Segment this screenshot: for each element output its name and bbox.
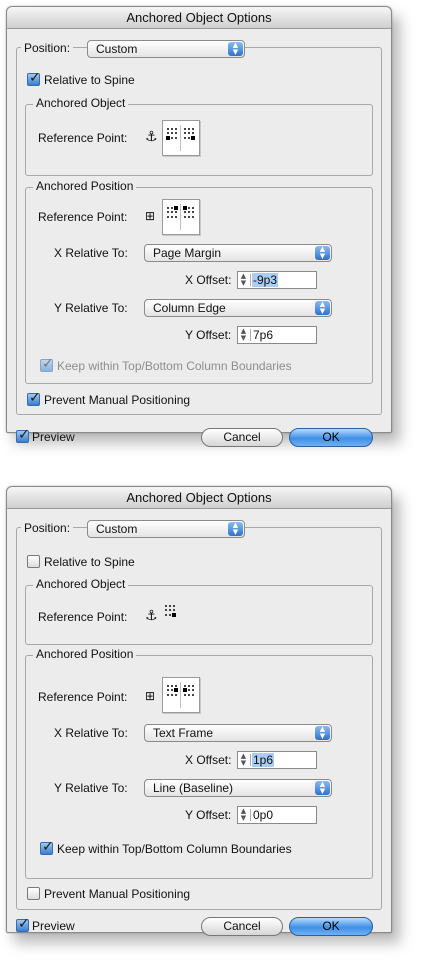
keep-within-label: Keep within Top/Bottom Column Boundaries (57, 842, 292, 856)
prevent-manual-positioning-checkbox[interactable] (27, 390, 41, 406)
x-offset-label: X Offset: (185, 273, 232, 287)
prevent-manual-positioning-checkbox[interactable] (27, 887, 40, 900)
y-relative-popup[interactable]: Column Edge ▲ ▼ (144, 299, 332, 317)
position-popup-value: Custom (96, 42, 138, 56)
cancel-button[interactable]: Cancel (201, 428, 283, 447)
position-legend: Position: (21, 41, 74, 55)
preview-checkbox[interactable] (16, 427, 30, 443)
y-offset-label: Y Offset: (185, 328, 232, 342)
x-relative-value: Page Margin (153, 246, 222, 260)
y-offset-field[interactable]: ▲ ▼ 0p0 (237, 806, 317, 824)
position-popup[interactable]: Custom ▲ ▼ (87, 520, 245, 538)
relative-to-spine-checkbox[interactable] (27, 70, 41, 86)
relative-to-spine-label: Relative to Spine (44, 555, 135, 569)
popup-arrows-icon: ▲ ▼ (315, 781, 330, 795)
relative-to-spine-checkbox[interactable] (27, 555, 40, 568)
x-offset-label: X Offset: (185, 753, 232, 767)
stepper-arrows-icon[interactable]: ▲ ▼ (239, 328, 248, 342)
anchored-position-legend: Anchored Position (33, 647, 137, 661)
anchored-position-ref-label: Reference Point: (38, 690, 128, 704)
dialog-title: Anchored Object Options (7, 7, 391, 29)
y-relative-value: Column Edge (153, 301, 226, 315)
prevent-manual-positioning-label: Prevent Manual Positioning (44, 887, 191, 901)
x-relative-label: X Relative To: (54, 246, 128, 260)
reference-frame-icon: ⊞ (145, 209, 156, 223)
y-offset-field[interactable]: ▲ ▼ 7p6 (237, 326, 317, 344)
reference-point-proxy-icon[interactable] (162, 120, 200, 156)
anchored-object-legend: Anchored Object (33, 96, 129, 110)
stepper-arrows-icon[interactable]: ▲ ▼ (239, 808, 248, 822)
keep-within-checkbox[interactable] (40, 839, 54, 855)
x-relative-popup[interactable]: Page Margin ▲ ▼ (144, 244, 332, 262)
preview-checkbox[interactable] (16, 916, 30, 932)
keep-within-checkbox[interactable] (40, 356, 54, 372)
x-relative-value: Text Frame (153, 726, 214, 740)
popup-arrows-icon: ▲ ▼ (315, 301, 330, 315)
dialog-title: Anchored Object Options (7, 487, 391, 509)
popup-arrows-icon: ▲ ▼ (315, 246, 330, 260)
x-offset-value: -9p3 (252, 273, 279, 287)
position-popup-value: Custom (96, 522, 138, 536)
reference-point-proxy-icon[interactable] (162, 677, 200, 713)
anchored-position-legend: Anchored Position (33, 179, 137, 193)
popup-arrows-icon: ▲ ▼ (315, 726, 330, 740)
popup-arrows-icon: ▲ ▼ (228, 42, 243, 56)
prevent-manual-positioning-label: Prevent Manual Positioning (44, 393, 191, 407)
y-relative-popup[interactable]: Line (Baseline) ▲ ▼ (144, 779, 332, 797)
popup-arrows-icon: ▲ ▼ (228, 522, 243, 536)
x-offset-value: 1p6 (252, 753, 275, 767)
stepper-arrows-icon[interactable]: ▲ ▼ (239, 273, 248, 287)
x-offset-field[interactable]: ▲ ▼ 1p6 (237, 751, 317, 769)
anchored-object-legend: Anchored Object (33, 577, 129, 591)
anchored-object-ref-label: Reference Point: (38, 610, 128, 624)
reference-point-proxy-icon[interactable] (165, 605, 178, 618)
position-label: Position: (24, 41, 71, 55)
reference-frame-icon: ⊞ (145, 689, 156, 703)
position-legend: Position: (21, 521, 74, 535)
y-relative-label: Y Relative To: (54, 781, 128, 795)
relative-to-spine-label: Relative to Spine (44, 73, 135, 87)
position-popup[interactable]: Custom ▲ ▼ (87, 40, 245, 58)
cancel-button[interactable]: Cancel (201, 917, 283, 936)
keep-within-label: Keep within Top/Bottom Column Boundaries (57, 359, 292, 373)
x-relative-popup[interactable]: Text Frame ▲ ▼ (144, 724, 332, 742)
x-relative-label: X Relative To: (54, 726, 128, 740)
y-offset-value: 0p0 (253, 808, 274, 822)
preview-label: Preview (32, 430, 75, 444)
anchor-icon: ⚓ (145, 608, 158, 624)
y-offset-label: Y Offset: (185, 808, 232, 822)
y-relative-value: Line (Baseline) (153, 781, 234, 795)
stepper-arrows-icon[interactable]: ▲ ▼ (239, 753, 248, 767)
reference-point-proxy-icon[interactable] (162, 199, 200, 235)
anchor-icon: ⚓ (145, 129, 158, 145)
preview-label: Preview (32, 919, 75, 933)
x-offset-field[interactable]: ▲ ▼ -9p3 (237, 271, 317, 289)
position-label: Position: (24, 521, 71, 535)
anchored-object-options-dialog-2: Anchored Object Options Position: Custom… (6, 486, 392, 936)
anchored-position-ref-label: Reference Point: (38, 210, 128, 224)
y-offset-value: 7p6 (253, 328, 274, 342)
y-relative-label: Y Relative To: (54, 301, 128, 315)
ok-button[interactable]: OK (289, 917, 373, 936)
ok-button[interactable]: OK (289, 428, 373, 447)
anchored-object-ref-label: Reference Point: (38, 131, 128, 145)
anchored-object-options-dialog-1: Anchored Object Options Position: Custom… (6, 6, 392, 447)
